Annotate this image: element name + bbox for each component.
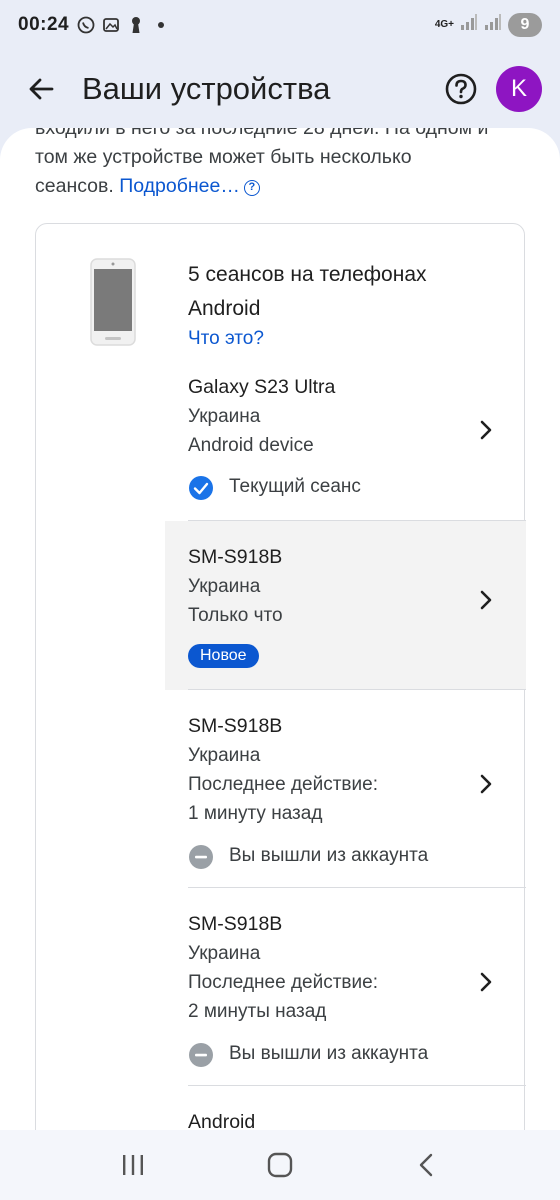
- signed-out-icon: [189, 1043, 213, 1067]
- help-icon: [445, 73, 477, 105]
- session-state: Вы вышли из аккаунта: [229, 1043, 429, 1064]
- session-device-name: SM-S918B: [188, 913, 283, 935]
- keyhole-icon: [127, 16, 145, 34]
- back-button[interactable]: [18, 66, 64, 112]
- what-is-this-link[interactable]: Что это?: [188, 328, 264, 350]
- session-location: Украина: [188, 943, 261, 964]
- chevron-right-icon: [480, 972, 492, 992]
- viber-icon: [77, 16, 95, 34]
- gallery-icon: [102, 16, 120, 34]
- new-badge: Новое: [188, 644, 259, 668]
- device-group-title: 5 сеансов на телефонах Android: [188, 263, 427, 320]
- session-details: Только что: [188, 605, 283, 626]
- session-device-name: SM-S918B: [188, 546, 283, 568]
- signal-icon: [460, 13, 478, 37]
- system-back-button[interactable]: [397, 1135, 457, 1195]
- signal-icon: [484, 13, 502, 37]
- session-last-active: 1 минуту назад: [188, 803, 323, 824]
- intro-line1: том же устройстве может быть несколько: [35, 146, 412, 168]
- back-chevron-icon: [419, 1153, 432, 1177]
- recent-apps-icon: [123, 1155, 144, 1175]
- session-device-name: Galaxy S23 Ultra: [188, 376, 336, 398]
- intro-text: входили в него за последние 28 дней. На …: [35, 128, 530, 201]
- learn-more-link[interactable]: Подробнее…: [119, 175, 240, 197]
- session-item[interactable]: SM-S918B Украина Последнее действие: 1 м…: [165, 690, 526, 888]
- battery-indicator: 9: [508, 13, 542, 37]
- home-button[interactable]: [250, 1135, 310, 1195]
- status-time: 00:24: [18, 14, 70, 35]
- session-item[interactable]: SM-S918B Украина Только что Новое: [165, 521, 526, 690]
- session-details: Последнее действие:: [188, 774, 378, 795]
- chevron-right-icon: [480, 420, 492, 440]
- help-small-icon[interactable]: ?: [243, 180, 260, 196]
- content-sheet: входили в него за последние 28 дней. На …: [0, 128, 560, 1130]
- session-location: Украина: [188, 406, 261, 427]
- page-title: Ваши устройства: [82, 71, 331, 106]
- session-details: Последнее действие:: [188, 972, 378, 993]
- session-last-active: 2 минуты назад: [188, 1001, 327, 1022]
- app-bar: Ваши устройства K: [0, 50, 560, 128]
- session-state: Вы вышли из аккаунта: [229, 845, 429, 866]
- android-phone-icon: [90, 258, 136, 351]
- chevron-right-icon: [480, 774, 492, 794]
- account-avatar[interactable]: K: [496, 66, 542, 112]
- session-item[interactable]: Galaxy S23 Ultra Украина Android device …: [165, 354, 526, 521]
- session-device-name: SM-S918B: [188, 715, 283, 737]
- system-nav-bar: [0, 1130, 560, 1200]
- chevron-right-icon: [480, 590, 492, 610]
- network-type-label: 4G+: [434, 19, 454, 30]
- session-item[interactable]: Android: [165, 1086, 526, 1130]
- session-state: Текущий сеанс: [229, 476, 361, 497]
- session-item[interactable]: SM-S918B Украина Последнее действие: 2 м…: [165, 888, 526, 1086]
- session-details: Android device: [188, 435, 314, 456]
- home-icon: [267, 1152, 293, 1178]
- dot-icon: [152, 16, 170, 34]
- intro-line2: сеансов.: [35, 175, 114, 197]
- arrow-back-icon: [29, 78, 54, 100]
- signed-out-icon: [189, 845, 213, 869]
- session-location: Украина: [188, 576, 261, 597]
- session-device-name: Android: [188, 1111, 256, 1130]
- status-bar: 00:24 4G+ 9: [0, 0, 560, 50]
- device-group-card: 5 сеансов на телефонах Android Что это? …: [35, 223, 526, 1130]
- recent-apps-button[interactable]: [103, 1135, 163, 1195]
- intro-clipped-line: входили в него за последние 28 дней. На …: [35, 128, 489, 139]
- help-button[interactable]: [438, 66, 484, 112]
- session-location: Украина: [188, 745, 261, 766]
- check-circle-icon: [189, 476, 213, 500]
